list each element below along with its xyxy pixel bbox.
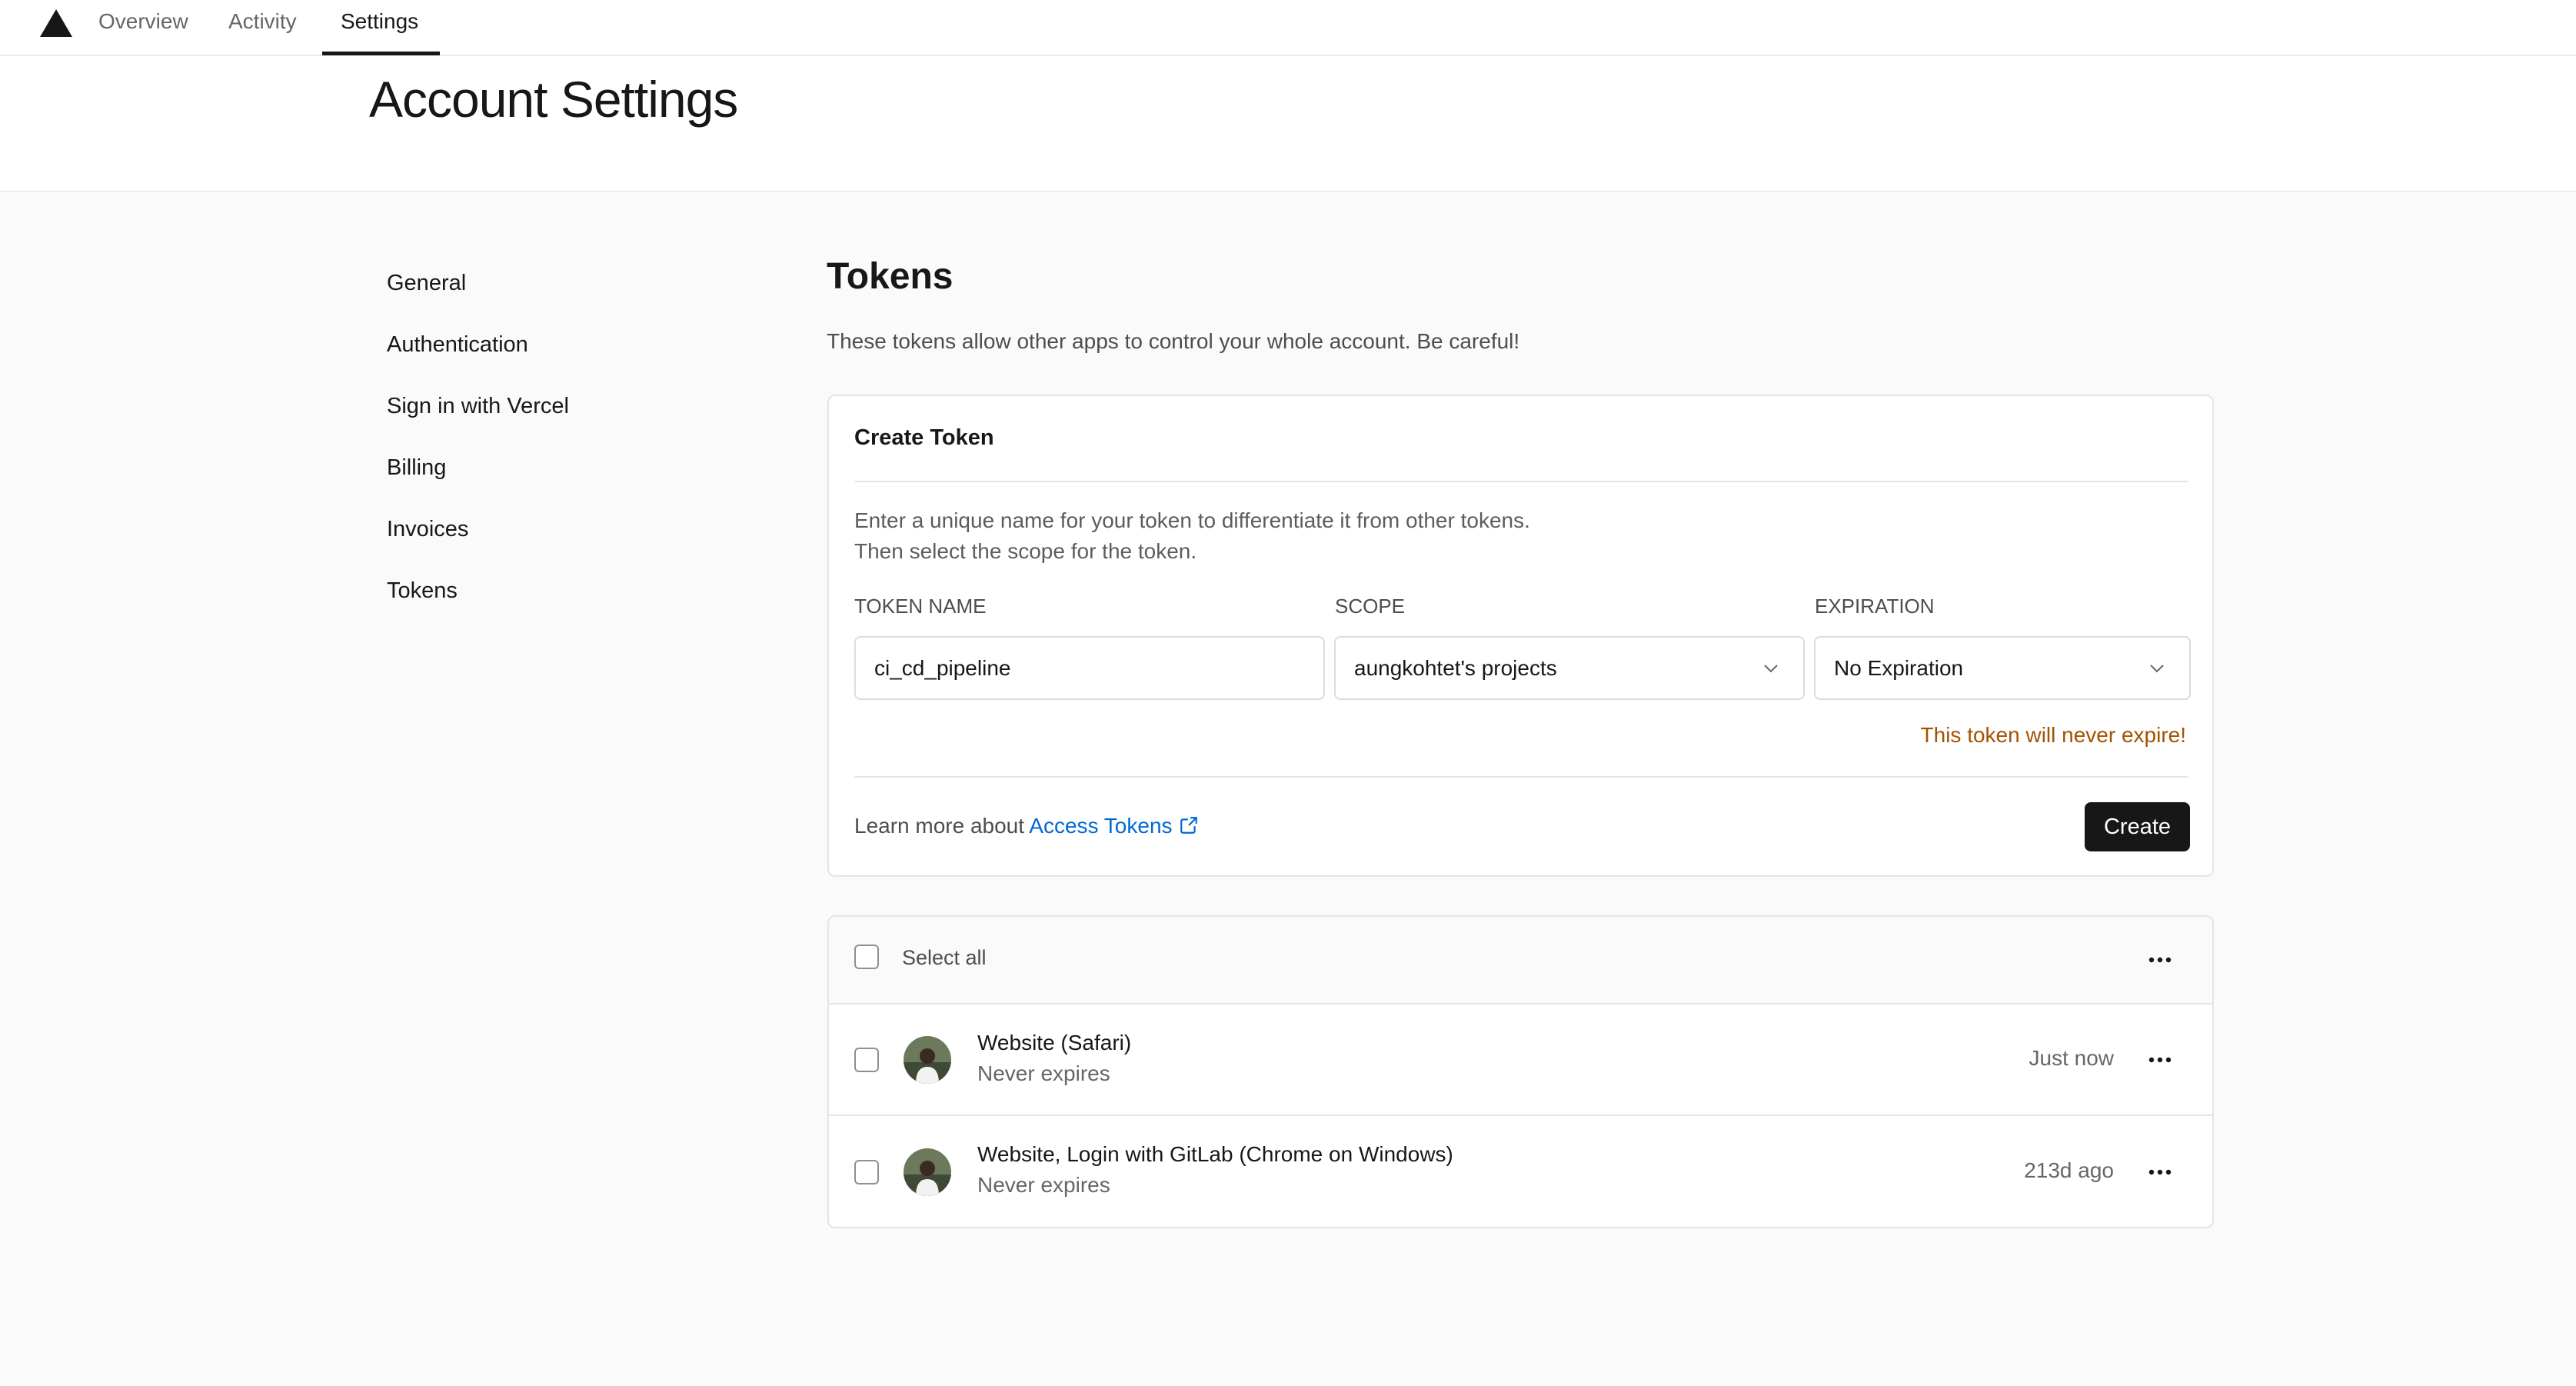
token-name-label: TOKEN NAME	[854, 595, 987, 618]
avatar	[904, 1148, 951, 1196]
token-name-input[interactable]	[854, 636, 1325, 700]
expiration-warning: This token will never expire!	[1920, 723, 2186, 747]
scope-value: aungkohtet's projects	[1354, 655, 1557, 680]
learn-more-prefix: Learn more about	[854, 814, 1025, 838]
create-button[interactable]: Create	[2085, 802, 2190, 851]
expiration-select[interactable]: No Expiration	[1814, 636, 2191, 700]
page-header: Account Settings	[0, 56, 2576, 192]
token-expiry: Never expires	[977, 1061, 1110, 1085]
learn-more-text: Learn more about Access Tokens	[854, 814, 1199, 838]
card-title: Create Token	[854, 425, 994, 450]
access-tokens-link[interactable]: Access Tokens	[1029, 814, 1198, 838]
row-checkbox[interactable]	[854, 1048, 879, 1072]
sidebar-item-billing[interactable]: Billing	[387, 455, 446, 481]
active-tab-indicator	[322, 52, 440, 55]
bulk-actions-menu-icon[interactable]	[2145, 945, 2175, 975]
sidebar-item-invoices[interactable]: Invoices	[387, 517, 468, 542]
token-row: Website (Safari) Never expires Just now	[829, 1005, 2212, 1116]
page-title: Account Settings	[369, 71, 738, 128]
sidebar-item-authentication[interactable]: Authentication	[387, 332, 528, 358]
token-list: Select all Website (Safari) Never expire…	[827, 915, 2214, 1228]
token-name: Website (Safari)	[977, 1031, 1132, 1054]
token-row: Website, Login with GitLab (Chrome on Wi…	[829, 1118, 2212, 1227]
chevron-down-icon	[1764, 665, 1778, 673]
token-created-time: Just now	[2029, 1046, 2115, 1070]
tab-overview[interactable]: Overview	[98, 9, 188, 34]
section-title: Tokens	[827, 256, 954, 297]
token-name-field[interactable]	[874, 655, 1323, 681]
more-horizontal-icon	[2148, 1169, 2172, 1175]
token-created-time: 213d ago	[2024, 1158, 2114, 1182]
sidebar-item-sign-in-with-vercel[interactable]: Sign in with Vercel	[387, 394, 569, 419]
tab-settings[interactable]: Settings	[341, 9, 418, 34]
create-token-card: Create Token Enter a unique name for you…	[827, 395, 2214, 877]
access-tokens-link-label[interactable]: Access Tokens	[1029, 814, 1172, 838]
expiration-value: No Expiration	[1834, 655, 1964, 680]
top-navigation: Overview Activity Settings	[0, 0, 2576, 56]
select-all-label: Select all	[902, 946, 987, 969]
instructions-line-1: Enter a unique name for your token to di…	[854, 508, 1530, 532]
instructions-line-2: Then select the scope for the token.	[854, 539, 1197, 563]
row-actions-menu-icon[interactable]	[2145, 1157, 2175, 1188]
tab-activity[interactable]: Activity	[228, 9, 297, 34]
select-all-checkbox[interactable]	[854, 945, 879, 969]
external-link-icon[interactable]	[1179, 815, 1199, 835]
vercel-logo-icon[interactable]	[40, 9, 72, 37]
sidebar-item-tokens[interactable]: Tokens	[387, 578, 458, 604]
token-name: Website, Login with GitLab (Chrome on Wi…	[977, 1142, 1453, 1166]
more-horizontal-icon	[2148, 957, 2172, 963]
list-header: Select all	[829, 917, 2212, 1005]
scope-label: SCOPE	[1335, 595, 1406, 618]
section-description: These tokens allow other apps to control…	[827, 329, 1520, 353]
chevron-down-icon	[2150, 665, 2164, 673]
divider	[854, 481, 2188, 482]
row-checkbox[interactable]	[854, 1160, 879, 1184]
scope-select[interactable]: aungkohtet's projects	[1334, 636, 1805, 700]
avatar	[904, 1036, 951, 1084]
expiration-label: EXPIRATION	[1815, 595, 1935, 618]
row-actions-menu-icon[interactable]	[2145, 1044, 2175, 1075]
more-horizontal-icon	[2148, 1057, 2172, 1063]
token-expiry: Never expires	[977, 1173, 1110, 1197]
divider	[854, 776, 2188, 778]
sidebar-item-general[interactable]: General	[387, 271, 466, 296]
